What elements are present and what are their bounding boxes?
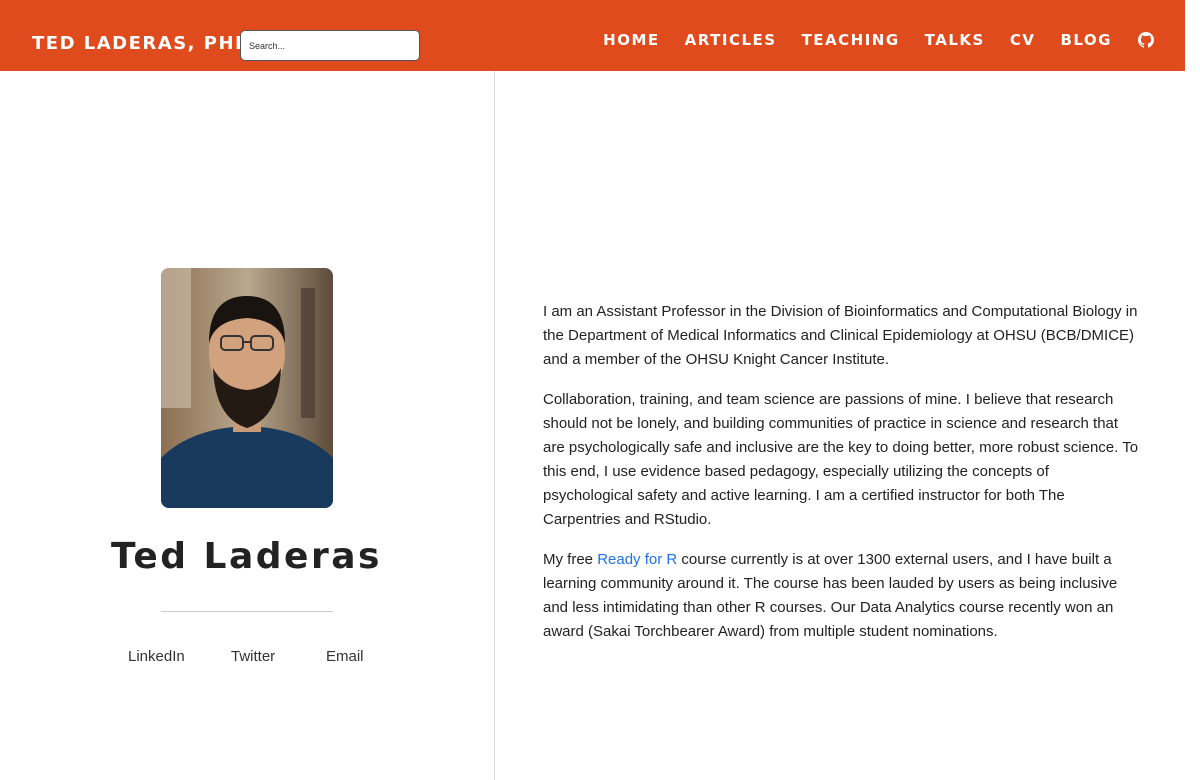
nav-teaching[interactable]: Teaching [802,31,900,49]
nav-cv[interactable]: CV [1010,31,1036,49]
search-input[interactable] [240,30,420,61]
nav-blog[interactable]: Blog [1060,31,1112,49]
main-nav: Home Articles Teaching Talks CV Blog [603,31,1154,49]
nav-talks[interactable]: Talks [925,31,985,49]
twitter-link[interactable]: Twitter [231,648,275,665]
nav-home[interactable]: Home [603,31,659,49]
column-divider [494,71,495,780]
site-title-link[interactable]: Ted Laderas, PhD [32,33,251,54]
ready-for-r-link[interactable]: Ready for R [597,551,677,568]
sidebar-divider [161,611,333,612]
about-paragraph-1: I am an Assistant Professor in the Divis… [543,303,1138,368]
profile-name: Ted Laderas [111,536,382,577]
avatar [161,268,333,508]
navbar: Ted Laderas, PhD Home Articles Teaching … [0,0,1185,71]
about-paragraph-3: My free Ready for R course currently is … [543,548,1141,644]
email-link[interactable]: Email [326,648,364,665]
about-paragraph-3-text: My free [543,551,598,568]
github-icon[interactable] [1138,32,1154,48]
about-paragraph-2: Collaboration, training, and team scienc… [543,391,1139,528]
about-content: I am an Assistant Professor in the Divis… [543,300,1141,660]
nav-articles[interactable]: Articles [685,31,777,49]
linkedin-link[interactable]: LinkedIn [128,648,185,665]
